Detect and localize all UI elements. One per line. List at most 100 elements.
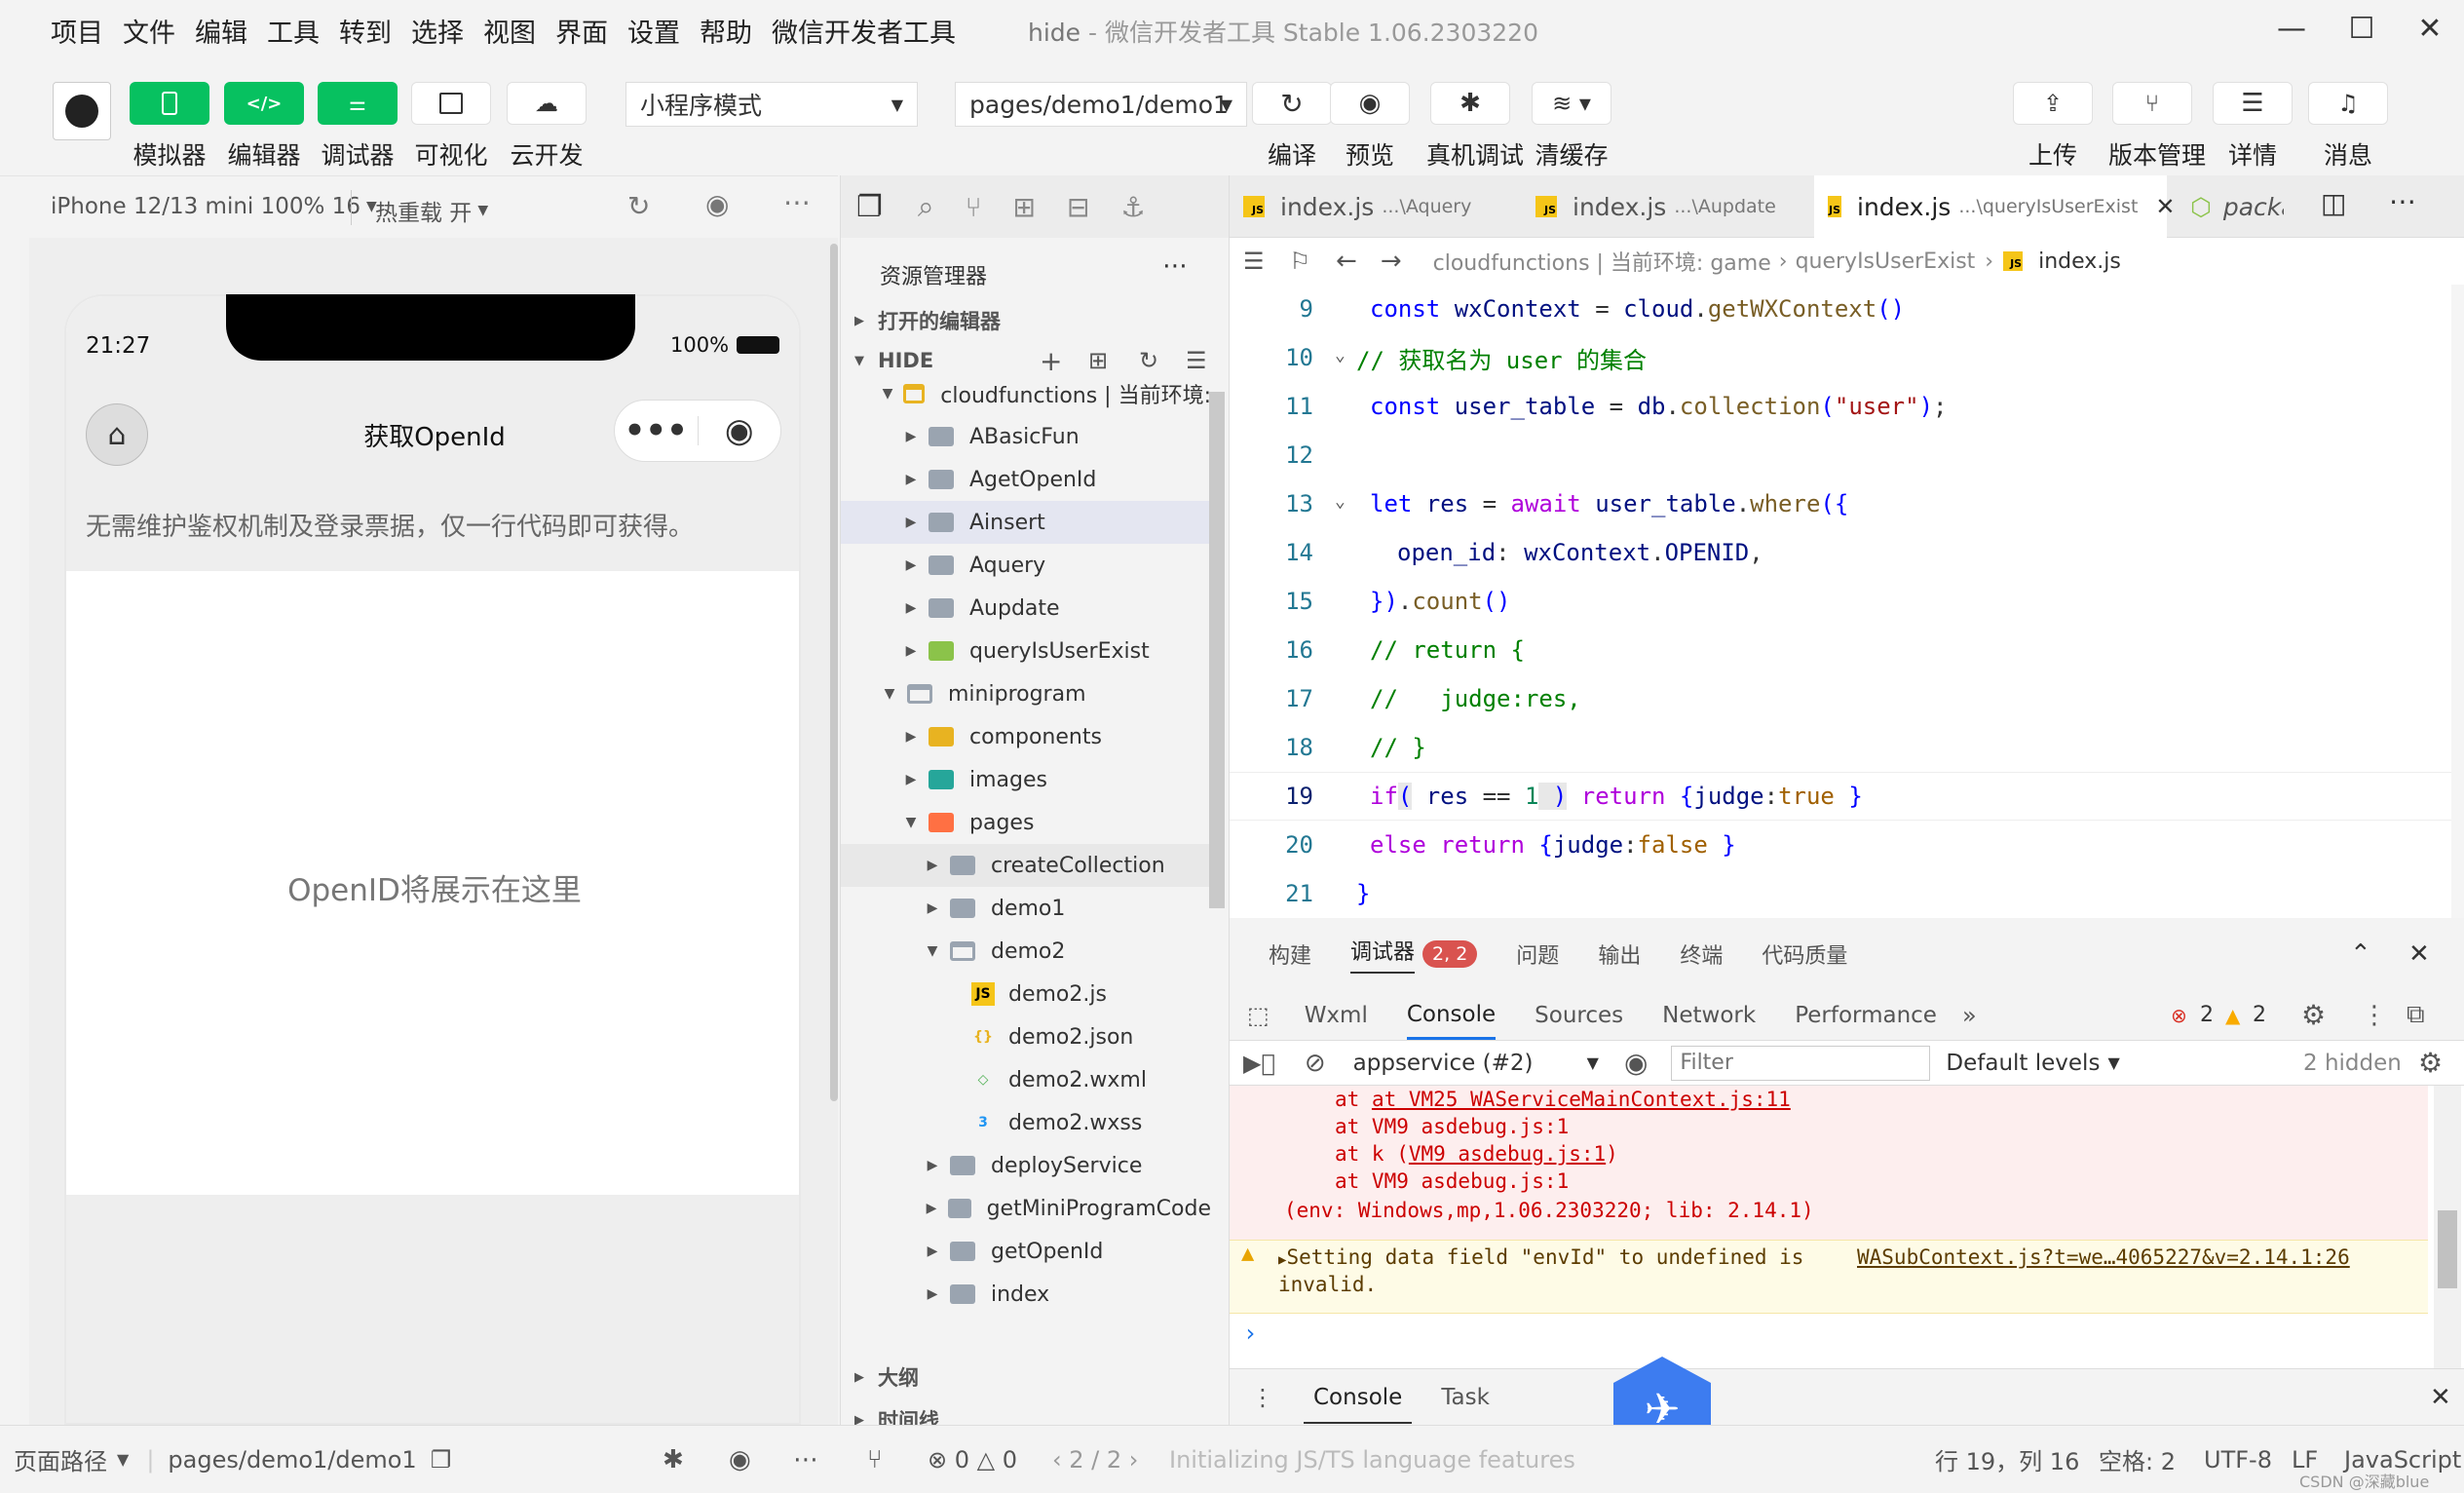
more-dots-icon[interactable]: ••• bbox=[615, 411, 698, 450]
tree-item[interactable]: ▶ AgetOpenId bbox=[841, 458, 1211, 501]
menu-project[interactable]: 项目 bbox=[51, 12, 103, 50]
simulator-scrollbar[interactable] bbox=[830, 244, 838, 1101]
breadcrumb-item[interactable]: cloudfunctions | 当前环境: game bbox=[1433, 246, 1771, 277]
error-count[interactable]: 2 bbox=[2200, 1003, 2214, 1027]
bug-icon[interactable]: ✱ bbox=[663, 1445, 684, 1474]
chevron-right-icon[interactable]: ▶ bbox=[901, 472, 921, 487]
more-icon[interactable]: ⋯ bbox=[783, 186, 811, 218]
source-control-icon[interactable]: ⑂ bbox=[966, 191, 982, 223]
chevron-right-icon[interactable]: ▶ bbox=[901, 643, 921, 659]
dock-icon[interactable]: ⧉ bbox=[2407, 1000, 2425, 1030]
tab-code-quality[interactable]: 代码质量 bbox=[1762, 938, 1847, 970]
tab-problems[interactable]: 问题 bbox=[1516, 938, 1559, 970]
docker-icon[interactable]: ⚓ bbox=[1120, 191, 1145, 223]
chevron-up-icon[interactable]: ⌃ bbox=[2350, 939, 2371, 969]
chevron-down-icon[interactable]: ▼ bbox=[880, 686, 899, 702]
tree-item[interactable]: JS demo2.js bbox=[841, 973, 1211, 1015]
tree-item[interactable]: ▶ Aquery bbox=[841, 544, 1211, 587]
chevron-right-icon[interactable]: ▶ bbox=[901, 729, 921, 745]
tree-item[interactable]: ▶ index bbox=[841, 1273, 1211, 1316]
extensions-icon[interactable]: ⊞ bbox=[1013, 191, 1036, 223]
simulator-button[interactable] bbox=[130, 82, 209, 125]
gear-icon[interactable]: ⚙ bbox=[2301, 999, 2326, 1031]
encoding[interactable]: UTF-8 bbox=[2204, 1446, 2272, 1474]
eye-icon[interactable]: ◉ bbox=[1624, 1047, 1648, 1079]
chevron-right-icon[interactable]: ▶ bbox=[923, 900, 942, 916]
menu-wechat-devtools[interactable]: 微信开发者工具 bbox=[772, 12, 956, 50]
breadcrumb-item[interactable]: index.js bbox=[2038, 249, 2121, 274]
chevron-right-icon[interactable]: ▶ bbox=[901, 557, 921, 573]
warning-count[interactable]: 2 bbox=[2253, 1003, 2266, 1027]
menu-goto[interactable]: 转到 bbox=[339, 12, 392, 50]
gear-icon[interactable]: ⚙ bbox=[2418, 1047, 2443, 1079]
more-icon[interactable]: ⋯ bbox=[793, 1445, 818, 1474]
chevron-right-icon[interactable]: ▶ bbox=[923, 1244, 942, 1259]
refresh-icon[interactable]: ↻ bbox=[1139, 347, 1158, 374]
debugger-button[interactable]: ⚌ bbox=[318, 82, 398, 125]
tree-item[interactable]: ▶ demo1 bbox=[841, 887, 1211, 930]
code-editor[interactable]: 9 const wxContext = cloud. getWXContext() … bbox=[1230, 285, 2464, 918]
mode-select[interactable]: 小程序模式 ▼ bbox=[625, 82, 918, 127]
tab-output[interactable]: 输出 bbox=[1598, 938, 1641, 970]
close-drawer-icon[interactable]: ✕ bbox=[2430, 1383, 2451, 1412]
tab-drawer-console[interactable]: Console bbox=[1304, 1371, 1413, 1424]
version-button[interactable]: ⑂ bbox=[2112, 82, 2192, 125]
record-icon[interactable]: ◉ bbox=[705, 188, 729, 220]
preview-button[interactable]: ◉ bbox=[1330, 82, 1410, 125]
new-folder-icon[interactable]: ⊞ bbox=[1088, 347, 1108, 374]
indentation[interactable]: 空格: 2 bbox=[2099, 1442, 2176, 1476]
list-icon[interactable]: ☰ bbox=[1243, 248, 1265, 275]
real-debug-button[interactable]: ✱ bbox=[1430, 82, 1510, 125]
outline-icon[interactable]: ⊟ bbox=[1067, 191, 1089, 223]
chevron-right-icon[interactable]: ▶ bbox=[923, 1158, 942, 1173]
tree-item[interactable]: ▶ images bbox=[841, 758, 1211, 801]
chevron-right-icon[interactable]: ▶ bbox=[901, 772, 921, 787]
tab-debugger[interactable]: 调试器 bbox=[1350, 935, 1416, 974]
caret-down-icon[interactable]: ▼ bbox=[117, 1450, 129, 1469]
close-icon[interactable]: ✕ bbox=[2401, 8, 2459, 51]
chevron-right-icon[interactable]: ▶ bbox=[901, 600, 921, 616]
tree-item[interactable]: 3 demo2.wxss bbox=[841, 1101, 1211, 1144]
bookmark-icon[interactable]: ⚐ bbox=[1290, 248, 1311, 275]
messages-button[interactable]: ♫ bbox=[2308, 82, 2388, 125]
menu-help[interactable]: 帮助 bbox=[700, 12, 752, 50]
open-editors-section[interactable]: ▶ 打开的编辑器 bbox=[854, 306, 1001, 335]
fold-icon[interactable]: ⌄ bbox=[1335, 345, 1346, 365]
tree-scrollbar[interactable] bbox=[1209, 392, 1225, 908]
sidebar-toggle-icon[interactable]: ▶⃞ bbox=[1243, 1050, 1275, 1077]
tab-terminal[interactable]: 终端 bbox=[1680, 938, 1723, 970]
device-select[interactable]: iPhone 12/13 mini 100% 16 ▼ bbox=[51, 194, 377, 219]
compile-button[interactable]: ↻ bbox=[1252, 82, 1332, 125]
tab-aupdate-index[interactable]: JS index.js ...\Aupdate bbox=[1522, 175, 1804, 238]
upload-button[interactable]: ⇪ bbox=[2013, 82, 2093, 125]
cursor-position[interactable]: 行 19，列 16 bbox=[1935, 1442, 2079, 1476]
tab-performance[interactable]: Performance bbox=[1795, 1003, 1937, 1028]
chevron-down-icon[interactable]: ▼ bbox=[901, 815, 921, 830]
kebab-icon[interactable]: ⋮ bbox=[1251, 1384, 1274, 1411]
chevron-right-icon[interactable]: ▶ bbox=[901, 429, 921, 444]
forward-icon[interactable]: → bbox=[1381, 247, 1402, 276]
details-button[interactable]: ☰ bbox=[2213, 82, 2293, 125]
console-scrollbar[interactable] bbox=[2434, 1086, 2461, 1368]
kebab-icon[interactable]: ⋮ bbox=[2362, 1001, 2387, 1030]
avatar[interactable] bbox=[53, 82, 111, 140]
menu-file[interactable]: 文件 bbox=[123, 12, 175, 50]
menu-view[interactable]: 视图 bbox=[483, 12, 536, 50]
tab-drawer-task[interactable]: Task bbox=[1441, 1385, 1490, 1410]
filter-input[interactable] bbox=[1671, 1045, 1931, 1081]
menu-tools[interactable]: 工具 bbox=[267, 12, 320, 50]
more-icon[interactable]: ⋯ bbox=[1162, 251, 1188, 281]
tab-aquery-index[interactable]: JS index.js ...\Aquery bbox=[1230, 175, 1512, 238]
more-tabs-icon[interactable]: » bbox=[1962, 1002, 1977, 1029]
visual-button[interactable] bbox=[411, 82, 491, 125]
chevron-right-icon[interactable]: ▶ bbox=[923, 1286, 942, 1302]
menu-select[interactable]: 选择 bbox=[411, 12, 464, 50]
more-icon[interactable]: ⋯ bbox=[2389, 185, 2416, 217]
tab-sources[interactable]: Sources bbox=[1535, 1003, 1623, 1028]
editor-button[interactable]: </> bbox=[224, 82, 304, 125]
tree-item[interactable]: ▼ demo2 bbox=[841, 930, 1211, 973]
close-panel-icon[interactable]: ✕ bbox=[2408, 939, 2430, 969]
minimize-icon[interactable]: — bbox=[2262, 8, 2321, 51]
chevron-right-icon[interactable]: ▶ bbox=[923, 1201, 940, 1216]
cloud-button[interactable]: ☁ bbox=[507, 82, 587, 125]
